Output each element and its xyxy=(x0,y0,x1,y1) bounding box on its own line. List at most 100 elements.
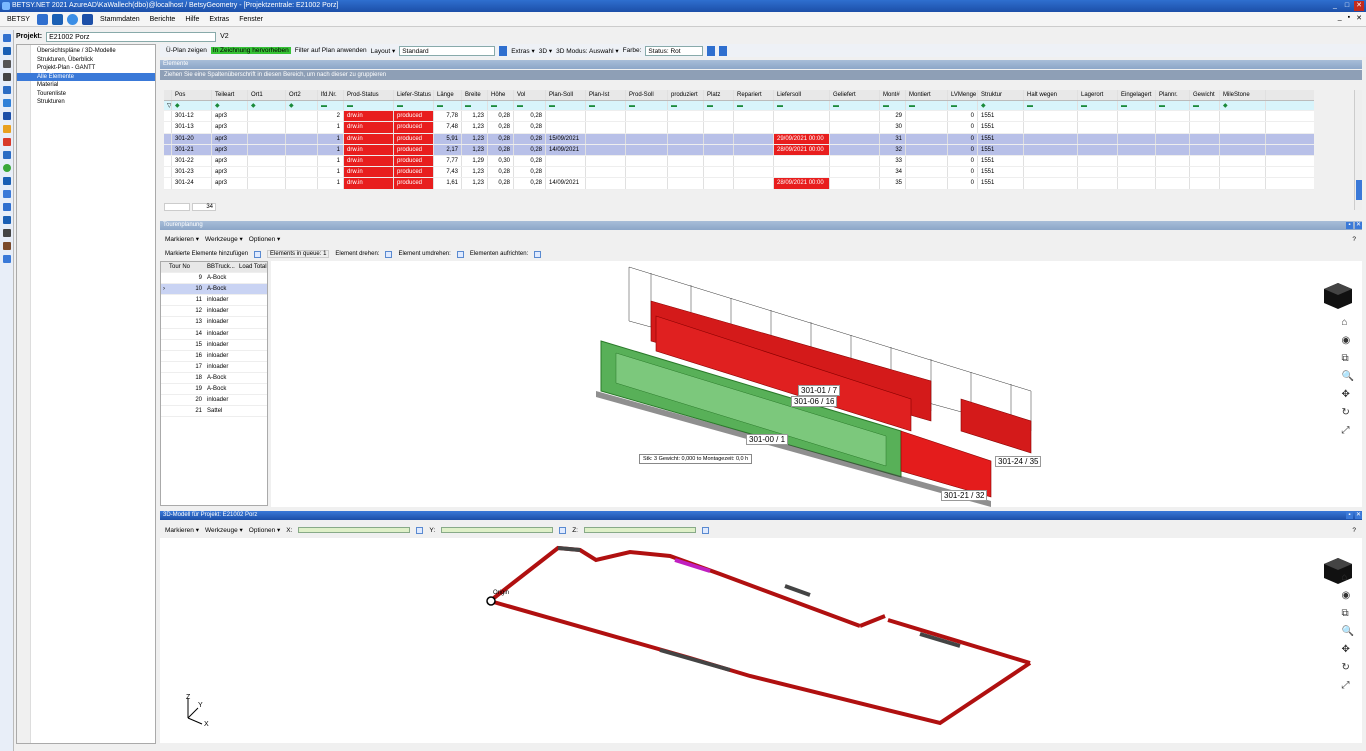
scroll-thumb[interactable] xyxy=(1356,180,1362,200)
close-button[interactable]: ✕ xyxy=(1354,1,1364,11)
filter-cell-icon[interactable]: ◆ xyxy=(172,101,212,111)
mdi-close-button[interactable]: ✕ xyxy=(1356,14,1362,22)
strip-icon[interactable] xyxy=(3,86,11,94)
panel-close-icon[interactable]: ✕ xyxy=(1355,222,1362,229)
toolbar-icon-4[interactable] xyxy=(81,13,93,25)
column-header[interactable]: Eingelagert xyxy=(1118,90,1156,101)
fit-icon[interactable]: ⤢ xyxy=(1342,680,1354,691)
filter-cell-icon[interactable]: ▬ xyxy=(948,101,978,111)
column-header[interactable]: Höhe xyxy=(488,90,514,101)
filter-cell-icon[interactable]: ◆ xyxy=(1220,101,1266,111)
filter-cell-icon[interactable]: ▬ xyxy=(1024,101,1078,111)
column-header[interactable]: Breite xyxy=(462,90,488,101)
project-version[interactable]: V2 xyxy=(220,33,229,40)
menu-fenster[interactable]: Fenster xyxy=(236,16,266,23)
table-row[interactable]: 301-24 apr3 1 drw.in produced 1,61 1,23 0,28 0,2… xyxy=(164,178,1314,190)
table-row[interactable]: 301-12 apr3 2 drw.in produced 7,78 1,23 0,28 0,2… xyxy=(164,111,1314,123)
column-header[interactable]: Halt wegen xyxy=(1024,90,1078,101)
filter-cell-icon[interactable]: ◆ xyxy=(212,101,248,111)
minimize-button[interactable]: _ xyxy=(1330,1,1340,11)
column-header[interactable]: Pos xyxy=(172,90,212,101)
menu-stammdaten[interactable]: Stammdaten xyxy=(97,16,143,23)
highlight-button[interactable]: In Zeichnung hervorheben xyxy=(210,47,291,54)
filter-cell-icon[interactable]: ▬ xyxy=(462,101,488,111)
table-row[interactable]: 301-23 apr3 1 drw.in produced 7,43 1,23 0,28 0,2… xyxy=(164,167,1314,179)
3d-mode-menu[interactable]: 3D Modus: Auswahl ▾ xyxy=(556,47,619,55)
z-checkbox[interactable] xyxy=(701,526,709,534)
tour-column-header[interactable]: BBTruck... xyxy=(205,262,237,272)
filter-cell-icon[interactable]: ▬ xyxy=(1078,101,1118,111)
tour-mark-menu[interactable]: Markieren ▾ xyxy=(165,235,199,243)
upright-checkbox[interactable] xyxy=(534,250,542,258)
next-icon[interactable] xyxy=(719,45,728,56)
filter-cell-icon[interactable]: ◆ xyxy=(978,101,1024,111)
row-indicator[interactable] xyxy=(164,133,172,144)
x-checkbox[interactable] xyxy=(416,526,424,534)
model-options-menu[interactable]: Optionen ▾ xyxy=(249,526,280,534)
camera-icon[interactable]: ◉ xyxy=(1342,335,1354,346)
tour-options-menu[interactable]: Optionen ▾ xyxy=(249,235,280,243)
nav-tour-list[interactable]: Tourenliste xyxy=(17,90,155,99)
pan-icon[interactable]: ✥ xyxy=(1342,644,1354,655)
fit-icon[interactable]: ⤢ xyxy=(1342,425,1354,436)
filter-cell-icon[interactable]: ◆ xyxy=(248,101,286,111)
column-header[interactable]: Teileart xyxy=(212,90,248,101)
nav-structures[interactable]: Strukturen xyxy=(17,98,155,107)
filter-cell-icon[interactable]: ▬ xyxy=(394,101,434,111)
column-header[interactable]: Plan-Soll xyxy=(546,90,586,101)
layout-select[interactable]: Standard xyxy=(399,45,496,56)
panel-close-icon[interactable]: ✕ xyxy=(1355,512,1362,519)
filter-cell-icon[interactable]: ▬ xyxy=(1156,101,1190,111)
z-slider[interactable] xyxy=(583,527,696,533)
layout-dropdown-icon[interactable] xyxy=(499,45,508,56)
tour-row[interactable]: 9 A-Bock xyxy=(161,273,267,285)
grid-scrollbar[interactable] xyxy=(1354,90,1362,210)
pan-icon[interactable]: ✥ xyxy=(1342,389,1354,400)
column-header[interactable]: produziert xyxy=(668,90,704,101)
column-header[interactable]: Plannr. xyxy=(1156,90,1190,101)
tour-3d-view[interactable]: 301-01 / 7 301-06 / 16 301-00 / 1 301-24… xyxy=(271,261,1362,507)
strip-icon[interactable] xyxy=(3,138,11,146)
tour-row[interactable]: 20 inloader xyxy=(161,395,267,407)
color-dropdown-icon[interactable] xyxy=(707,45,716,56)
menu-berichte[interactable]: Berichte xyxy=(147,16,179,23)
rotate-icon[interactable]: ↻ xyxy=(1342,662,1354,673)
filter-cell-icon[interactable]: ▬ xyxy=(1190,101,1220,111)
strip-icon[interactable] xyxy=(3,190,11,198)
filter-cell-icon[interactable]: ▬ xyxy=(880,101,906,111)
column-header[interactable]: Prod-Status xyxy=(344,90,394,101)
tour-row[interactable]: 18 A-Bock xyxy=(161,373,267,385)
menu-hilfe[interactable]: Hilfe xyxy=(182,16,202,23)
camera-icon[interactable]: ◉ xyxy=(1342,590,1354,601)
maximize-button[interactable]: □ xyxy=(1342,1,1352,11)
filter-icon[interactable]: ▽ xyxy=(164,101,172,111)
nav-gantt[interactable]: Projekt-Plan - GANTT xyxy=(17,64,155,73)
tour-row[interactable]: 19 A-Bock xyxy=(161,384,267,396)
column-header[interactable]: Länge xyxy=(434,90,462,101)
view-cube-icon[interactable] xyxy=(1320,281,1356,311)
column-header[interactable]: Liefer-Status xyxy=(394,90,434,101)
filter-cell-icon[interactable]: ▬ xyxy=(668,101,704,111)
strip-icon[interactable] xyxy=(3,47,11,55)
filter-cell-icon[interactable]: ◆ xyxy=(286,101,318,111)
tour-row[interactable]: 13 inloader xyxy=(161,317,267,329)
tour-row[interactable]: 14 inloader xyxy=(161,329,267,340)
strip-icon[interactable] xyxy=(3,73,11,81)
nav-material[interactable]: Material xyxy=(17,81,155,90)
strip-icon[interactable] xyxy=(3,177,11,185)
table-row[interactable]: 301-21 apr3 1 drw.in produced 2,17 1,23 0,28 0,2… xyxy=(164,144,1314,156)
zoom-icon[interactable]: 🔍 xyxy=(1342,371,1354,382)
column-header[interactable]: Ort1 xyxy=(248,90,286,101)
strip-icon[interactable] xyxy=(3,229,11,237)
filter-cell-icon[interactable]: ▬ xyxy=(774,101,830,111)
filter-cell-icon[interactable]: ▬ xyxy=(488,101,514,111)
filter-cell-icon[interactable]: ▬ xyxy=(906,101,948,111)
column-header[interactable]: Platz xyxy=(704,90,734,101)
zoom-box-icon[interactable]: ⧉ xyxy=(1342,608,1354,619)
tour-column-header[interactable]: Load Total xyxy=(237,262,271,272)
nav-all-elements[interactable]: Alle Elemente xyxy=(17,72,155,81)
column-header[interactable]: LVMenge xyxy=(948,90,978,101)
flip-checkbox[interactable] xyxy=(456,250,464,258)
color-select[interactable]: Status: Rot xyxy=(645,45,704,56)
strip-icon[interactable] xyxy=(3,125,11,133)
